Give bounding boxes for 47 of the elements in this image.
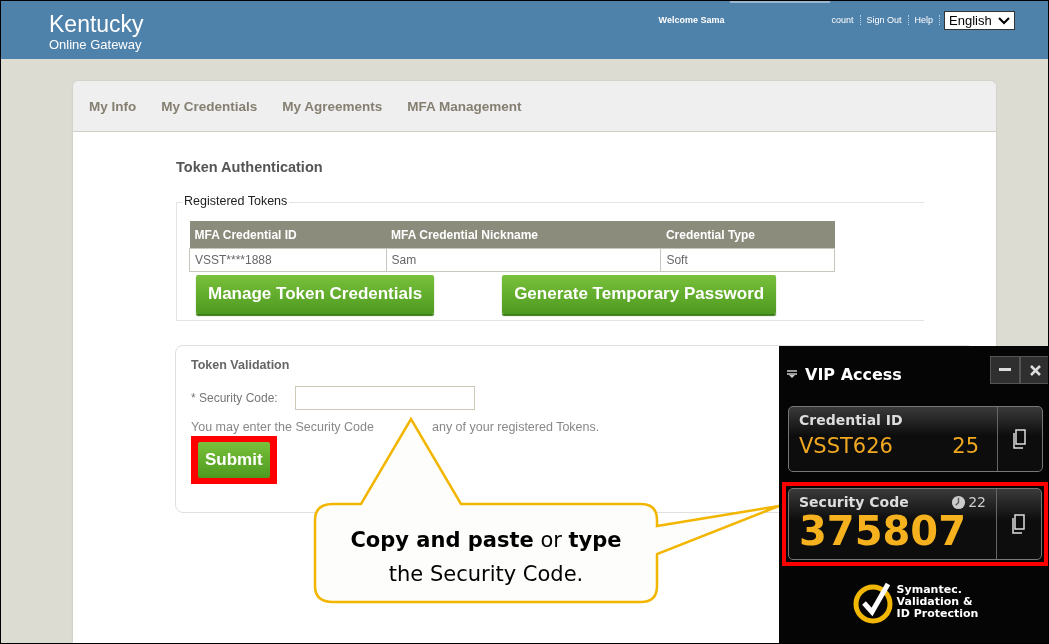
table-cell: Sam bbox=[386, 248, 661, 272]
hint-text: You may enter the Security Code bbox=[191, 420, 374, 434]
hint-text: any of your registered Tokens. bbox=[432, 420, 600, 434]
header-link[interactable]: Sign Out bbox=[860, 15, 909, 25]
header-link[interactable]: Help bbox=[908, 15, 941, 25]
action-button[interactable]: Manage Token Credentials bbox=[196, 275, 435, 314]
callout-text: Copy and paste or type the Security Code. bbox=[349, 527, 623, 588]
table-cell: Soft bbox=[660, 248, 835, 272]
welcome-text: Welcome Sama bbox=[658, 15, 725, 25]
logo-title: Kentucky bbox=[49, 11, 144, 37]
logo-text: Symantec. bbox=[896, 584, 963, 596]
language-select[interactable]: English bbox=[944, 11, 1015, 30]
submit-button[interactable]: Submit bbox=[198, 442, 270, 478]
security-code-field[interactable] bbox=[294, 386, 475, 410]
clock-icon bbox=[951, 494, 967, 510]
chevron-icon bbox=[997, 16, 1010, 25]
tab[interactable]: My Credentials bbox=[161, 94, 258, 118]
minimize-button[interactable] bbox=[990, 356, 1020, 384]
logo-text: Validation & bbox=[896, 596, 974, 608]
panel-title: Token Validation bbox=[191, 358, 291, 372]
header-link[interactable]: count bbox=[825, 15, 861, 25]
copy-icon bbox=[1012, 429, 1028, 449]
logo-subtitle: Online Gateway bbox=[49, 37, 143, 52]
timer-text: 22 bbox=[968, 494, 986, 510]
tab[interactable]: My Info bbox=[89, 94, 137, 118]
table-cell: VSST****1888 bbox=[189, 248, 387, 272]
window-title: VIP Access bbox=[805, 364, 902, 384]
credential-label: Credential ID bbox=[799, 412, 904, 428]
close-button[interactable] bbox=[1020, 356, 1048, 384]
close-icon bbox=[1029, 364, 1041, 376]
tab[interactable]: MFA Management bbox=[407, 94, 522, 118]
action-button[interactable]: Generate Temporary Password bbox=[502, 275, 777, 314]
security-code-label: Security Code bbox=[799, 494, 909, 510]
column-header: MFA Credential ID bbox=[189, 221, 387, 249]
column-header: MFA Credential Nickname bbox=[386, 221, 661, 249]
field-label: * Security Code: bbox=[191, 391, 278, 405]
credential-suffix: 25 bbox=[952, 434, 979, 458]
minimize-icon bbox=[999, 368, 1011, 372]
credential-id: VSST626 bbox=[799, 434, 893, 458]
logo-text: ID Protection bbox=[896, 608, 979, 620]
panel-legend: Registered Tokens bbox=[182, 194, 290, 208]
copy-icon bbox=[1011, 514, 1027, 534]
column-header: Credential Type bbox=[660, 221, 835, 249]
section-title: Token Authentication bbox=[176, 159, 324, 175]
menu-icon bbox=[787, 370, 797, 378]
security-code: 375807 bbox=[799, 510, 967, 552]
tab[interactable]: My Agreements bbox=[282, 94, 383, 118]
